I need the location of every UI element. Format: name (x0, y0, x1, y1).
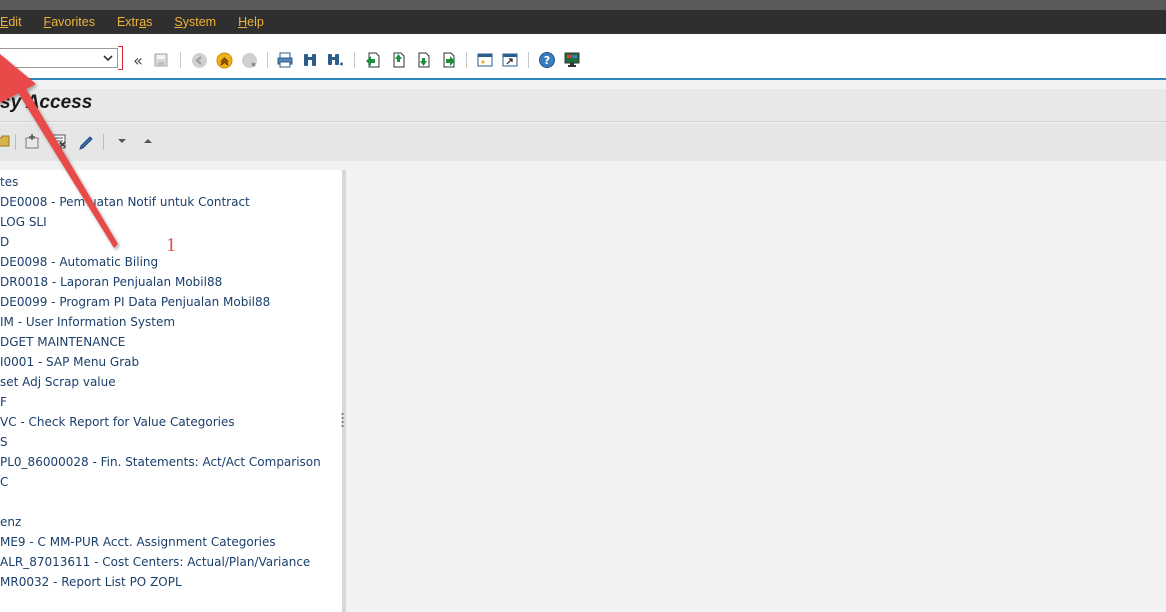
menu-bar: Edit Favorites Extras System Help (0, 10, 1166, 34)
menu-help[interactable]: Help (238, 15, 264, 29)
annotation-number: 1 (166, 234, 176, 256)
command-field[interactable] (0, 48, 118, 68)
favorite-item[interactable]: tes (0, 175, 18, 189)
collapse-command-field-button[interactable]: « (129, 51, 147, 70)
favorite-item[interactable]: ALR_87013611 - Cost Centers: Actual/Plan… (0, 555, 310, 569)
application-toolbar (0, 123, 1166, 161)
next-page-icon[interactable] (414, 51, 432, 69)
favorite-item[interactable]: MR0032 - Report List PO ZOPL (0, 575, 182, 589)
favorite-item[interactable]: VC - Check Report for Value Categories (0, 415, 235, 429)
chevron-down-icon[interactable] (101, 51, 115, 65)
print-icon[interactable] (276, 51, 294, 69)
favorite-item[interactable]: F (0, 395, 7, 409)
delete-favorite-icon[interactable] (50, 132, 68, 150)
command-field-focus-bracket (118, 46, 123, 70)
last-page-icon[interactable] (439, 51, 457, 69)
new-session-icon[interactable] (476, 51, 494, 69)
favorite-item[interactable]: I0001 - SAP Menu Grab (0, 355, 139, 369)
favorite-item[interactable]: D (0, 235, 9, 249)
favorite-item[interactable]: DR0018 - Laporan Penjualan Mobil88 (0, 275, 222, 289)
cancel-icon[interactable] (240, 51, 258, 69)
save-icon[interactable] (152, 51, 170, 69)
find-next-icon[interactable] (326, 51, 344, 69)
page-title: sy Access (0, 92, 93, 113)
splitter-grip-icon[interactable] (341, 412, 344, 430)
change-favorite-icon[interactable] (77, 132, 95, 150)
title-bar: sy Access (0, 89, 1166, 122)
move-up-icon[interactable] (139, 132, 157, 150)
customize-layout-icon[interactable] (563, 51, 581, 69)
toolbar-separator (103, 134, 104, 150)
toolbar-separator (180, 52, 181, 68)
toolbar-separator (267, 52, 268, 68)
favorite-item[interactable]: PL0_86000028 - Fin. Statements: Act/Act … (0, 455, 321, 469)
favorite-item[interactable]: set Adj Scrap value (0, 375, 116, 389)
menu-extras[interactable]: Extras (117, 15, 152, 29)
first-page-icon[interactable] (364, 51, 382, 69)
menu-favorites[interactable]: Favorites (44, 15, 95, 29)
help-icon[interactable]: ? (538, 51, 556, 69)
previous-page-icon[interactable] (389, 51, 407, 69)
standard-toolbar: « ? (0, 34, 1166, 80)
toolbar-separator (528, 52, 529, 68)
back-icon[interactable] (190, 51, 208, 69)
favorite-item[interactable]: DE0008 - Pem uatan Notif untuk Contract (0, 195, 250, 209)
svg-text:?: ? (544, 54, 550, 67)
favorite-item[interactable]: DE0099 - Program PI Data Penjualan Mobil… (0, 295, 270, 309)
move-down-icon[interactable] (113, 132, 131, 150)
favorite-item[interactable]: LOG SLI (0, 215, 47, 229)
folder-icon[interactable] (0, 132, 12, 150)
menu-edit[interactable]: Edit (0, 15, 22, 29)
generate-shortcut-icon[interactable] (501, 51, 519, 69)
find-icon[interactable] (301, 51, 319, 69)
favorite-item[interactable]: DE0098 - Automatic Biling (0, 255, 158, 269)
window-top-strip (0, 0, 1166, 10)
favorite-item[interactable]: C (0, 475, 8, 489)
toolbar-separator (466, 52, 467, 68)
toolbar-separator (15, 134, 16, 150)
add-to-favorites-icon[interactable] (23, 132, 41, 150)
content-area (346, 170, 1166, 612)
menu-system[interactable]: System (174, 15, 216, 29)
toolbar-separator (354, 52, 355, 68)
favorite-item[interactable]: S (0, 435, 8, 449)
favorite-item[interactable]: IM - User Information System (0, 315, 175, 329)
favorite-item[interactable]: enz (0, 515, 21, 529)
favorite-item[interactable]: DGET MAINTENANCE (0, 335, 125, 349)
exit-icon[interactable] (215, 51, 233, 69)
favorite-item[interactable]: ME9 - C MM-PUR Acct. Assignment Categori… (0, 535, 276, 549)
